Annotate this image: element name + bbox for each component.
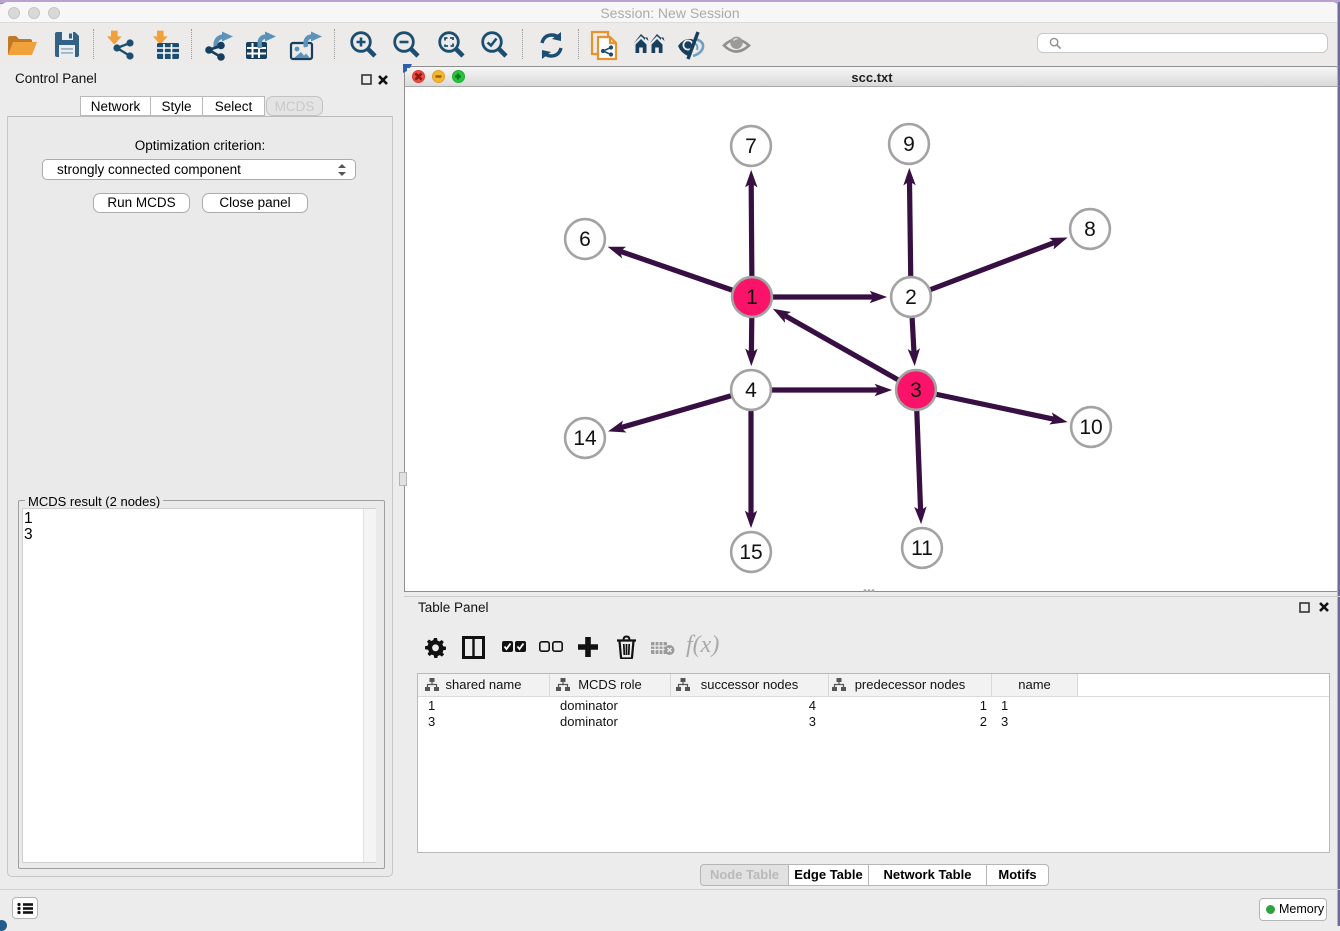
svg-text:1: 1 <box>746 286 758 309</box>
svg-text:14: 14 <box>573 427 597 450</box>
svg-text:9: 9 <box>903 133 915 156</box>
svg-text:15: 15 <box>739 541 762 564</box>
svg-text:4: 4 <box>745 379 757 402</box>
svg-text:6: 6 <box>579 228 591 251</box>
svg-text:3: 3 <box>910 379 922 402</box>
svg-text:11: 11 <box>911 537 933 560</box>
svg-text:10: 10 <box>1079 416 1102 439</box>
svg-text:8: 8 <box>1084 218 1096 241</box>
svg-text:7: 7 <box>745 135 757 158</box>
svg-text:2: 2 <box>905 286 917 309</box>
